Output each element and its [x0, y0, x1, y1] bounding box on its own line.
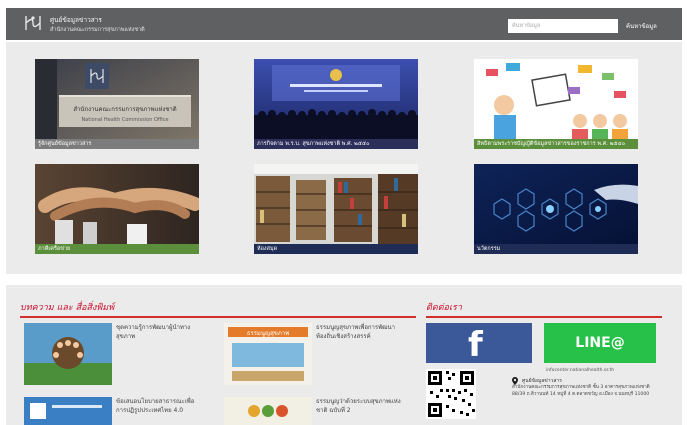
tile-innovation[interactable]: นวัตกรรม	[474, 164, 638, 255]
address-text: สำนักงานคณะกรรมการสุขภาพแห่งชาติ ชั้น 3 …	[512, 385, 650, 397]
tile-network[interactable]: ภาคีเครือข่าย	[35, 164, 199, 255]
tile-about-center[interactable]: สำนักงานคณะกรรมการสุขภาพแห่งชาติ Nationa…	[35, 59, 199, 150]
tile-information-rights[interactable]: สิทธิตามพระราชบัญญัติข้อมูลข่าวสารของราช…	[474, 59, 638, 150]
contact-section-title: ติดต่อเรา	[426, 303, 462, 313]
line-button[interactable]: LINE@	[544, 323, 656, 363]
tile-caption: ภาคีเครือข่าย	[35, 244, 199, 254]
tile-image	[474, 164, 638, 244]
thumb-label: ธรรมนูญสุขภาพ	[247, 330, 289, 337]
tile-caption: ภารกิจตาม พ.ร.บ. สุขภาพแห่งชาติ พ.ศ. ๒๕๕…	[254, 139, 418, 149]
news-thumb[interactable]: ธรรมนูญสุขภาพ	[224, 323, 312, 385]
site-header: ศูนย์ข้อมูลข่าวสาร สำนักงานคณะกรรมการสุข…	[6, 8, 682, 40]
contact-title-underline	[426, 316, 662, 318]
tile-image	[35, 164, 199, 244]
tile-image	[474, 59, 638, 139]
bottom-section: บทความ และ สื่อสิ่งพิมพ์ ชุดความรู้การพั…	[6, 285, 682, 425]
tile-image	[254, 164, 418, 244]
news-item-title[interactable]: ชุดความรู้การพัฒนาผู้นำทางสุขภาพ	[116, 323, 204, 341]
org-subname[interactable]: สำนักงานคณะกรรมการสุขภาพแห่งชาติ	[50, 26, 145, 34]
address-title: ศูนย์ข้อมูลข่าวสาร	[522, 378, 562, 384]
news-thumb[interactable]	[24, 323, 112, 385]
org-name[interactable]: ศูนย์ข้อมูลข่าวสาร	[50, 15, 102, 25]
search-input[interactable]	[508, 19, 618, 33]
qr-code-icon	[426, 369, 476, 419]
search-link[interactable]: ค้นหาข้อมูล	[626, 21, 657, 31]
tile-image: สำนักงานคณะกรรมการสุขภาพแห่งชาติ Nationa…	[35, 59, 199, 139]
tile-caption: นวัตกรรม	[474, 244, 638, 254]
news-item-title[interactable]: ข้อเสนอนโยบายสาธารณะเพื่อการปฏิรูปประเทศ…	[116, 397, 204, 415]
facebook-button[interactable]: f	[426, 323, 532, 365]
tile-caption: ห้องสมุด	[254, 244, 418, 254]
tile-mission[interactable]: ภารกิจตาม พ.ร.บ. สุขภาพแห่งชาติ พ.ศ. ๒๕๕…	[254, 59, 418, 150]
news-title-underline	[20, 316, 416, 318]
tile-caption: รู้จักศูนย์ข้อมูลข่าวสาร	[35, 139, 199, 149]
contact-email[interactable]: infocenter.nationalhealth.or.th	[546, 368, 614, 373]
tile-image	[254, 59, 418, 139]
tile-caption: สิทธิตามพระราชบัญญัติข้อมูลข่าวสารของราช…	[474, 139, 638, 149]
line-label: LINE@	[575, 335, 625, 351]
news-item-title[interactable]: ธรรมนูญว่าด้วยระบบสุขภาพแห่งชาติ ฉบับที่…	[316, 397, 404, 415]
nhco-logo-icon[interactable]	[22, 12, 44, 34]
category-grid: สำนักงานคณะกรรมการสุขภาพแห่งชาติ Nationa…	[6, 42, 682, 274]
map-pin-icon	[512, 377, 518, 385]
news-thumb[interactable]	[224, 397, 312, 425]
sign-text-thai: สำนักงานคณะกรรมการสุขภาพแห่งชาติ	[73, 106, 176, 113]
tile-library[interactable]: ห้องสมุด	[254, 164, 418, 255]
news-thumb[interactable]	[24, 397, 112, 425]
news-section-title: บทความ และ สื่อสิ่งพิมพ์	[20, 303, 115, 313]
facebook-icon: f	[468, 325, 483, 365]
news-item-title[interactable]: ธรรมนูญสุขภาพเพื่อการพัฒนาท้องถิ่นเชิงสร…	[316, 323, 404, 341]
sign-text-english: National Health Commission Office	[81, 117, 168, 123]
